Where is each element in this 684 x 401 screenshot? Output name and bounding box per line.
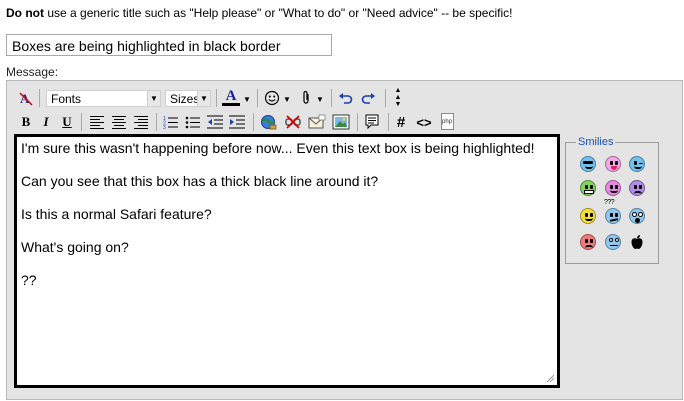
php-label: php [440, 112, 454, 130]
message-line: What's going on? [21, 239, 129, 255]
toolbar-separator [357, 113, 358, 131]
toolbar-separator [81, 113, 82, 131]
italic-button[interactable]: I [38, 112, 54, 132]
confused-label: ??? [604, 199, 615, 206]
toolbar-separator [257, 89, 258, 107]
chevron-down-icon: ▼ [147, 91, 160, 106]
grin-smiley-icon[interactable] [580, 180, 596, 196]
eek-smiley-icon[interactable] [605, 180, 621, 196]
underline-button[interactable]: U [59, 112, 75, 132]
attachment-icon[interactable] [298, 88, 314, 108]
message-line [21, 190, 553, 207]
code-button[interactable]: # [393, 112, 409, 132]
font-select-value: Fonts [51, 92, 82, 106]
message-line [21, 157, 553, 174]
wink-smiley-icon[interactable] [629, 156, 645, 172]
remove-format-icon[interactable]: A [16, 88, 36, 108]
chevron-down-icon[interactable]: ▼ [242, 89, 252, 109]
resize-grip-icon[interactable] [546, 374, 554, 382]
resize-editor-icon[interactable]: ▲ ▲ ▼ [392, 87, 404, 108]
insert-link-icon[interactable] [259, 112, 279, 132]
align-center-icon[interactable] [110, 112, 128, 132]
frown-smiley-icon[interactable] [629, 180, 645, 196]
message-content: I'm sure this wasn't happening before no… [21, 140, 553, 289]
chevron-down-icon[interactable]: ▼ [282, 89, 292, 109]
chevron-down-icon[interactable]: ▼ [315, 89, 325, 109]
rolleyes-smiley-icon[interactable] [605, 234, 621, 250]
toolbar-separator [385, 89, 386, 107]
quote-icon[interactable] [362, 112, 382, 132]
smilies-panel: Smilies ??? [565, 136, 659, 264]
toolbar-separator [388, 113, 389, 131]
php-button[interactable]: php [439, 111, 455, 131]
confused-smiley-icon[interactable] [605, 208, 621, 224]
font-select[interactable]: Fonts ▼ [46, 90, 161, 107]
align-left-icon[interactable] [88, 112, 106, 132]
align-right-icon[interactable] [132, 112, 150, 132]
bold-button[interactable]: B [18, 112, 34, 132]
toolbar-separator [253, 113, 254, 131]
message-line [21, 223, 553, 240]
html-button[interactable]: <> [413, 112, 435, 132]
message-textarea[interactable]: I'm sure this wasn't happening before no… [14, 134, 560, 388]
indent-icon[interactable] [228, 112, 246, 132]
numbered-list-icon[interactable]: 123 [162, 112, 180, 132]
undo-icon[interactable] [337, 88, 355, 108]
message-line: ?? [21, 272, 37, 288]
insert-email-icon[interactable] [307, 112, 327, 132]
size-select[interactable]: Sizes ▼ [165, 90, 211, 107]
smile-smiley-icon[interactable] [580, 208, 596, 224]
message-line: Is this a normal Safari feature? [21, 206, 212, 222]
bullet-list-icon[interactable] [184, 112, 202, 132]
toolbar-separator [216, 89, 217, 107]
font-color-swatch [222, 102, 240, 106]
toolbar-separator [156, 113, 157, 131]
font-color-letter: A [225, 87, 237, 104]
title-instruction: Do not use a generic title such as "Help… [6, 6, 512, 20]
chevron-down-icon: ▼ [197, 91, 210, 106]
apple-icon[interactable] [629, 234, 645, 250]
tongue-smiley-icon[interactable] [605, 156, 621, 172]
message-line [21, 256, 553, 273]
message-line: Can you see that this box has a thick bl… [21, 173, 379, 189]
font-color-button[interactable]: A [220, 87, 242, 107]
smilies-legend: Smilies [576, 136, 616, 148]
toolbar-separator [39, 89, 40, 107]
toolbar-separator [331, 89, 332, 107]
redo-icon[interactable] [359, 88, 377, 108]
mad-smiley-icon[interactable] [580, 234, 596, 250]
smiley-insert-icon[interactable] [262, 88, 282, 108]
message-line: I'm sure this wasn't happening before no… [21, 140, 535, 156]
outdent-icon[interactable] [206, 112, 224, 132]
remove-link-icon[interactable] [283, 112, 303, 132]
cool-smiley-icon[interactable] [580, 156, 596, 172]
message-label: Message: [6, 65, 59, 79]
size-select-value: Sizes [170, 92, 200, 106]
shocked-smiley-icon[interactable] [629, 208, 645, 224]
insert-image-icon[interactable] [331, 112, 351, 132]
svg-text:3: 3 [163, 125, 166, 129]
title-instruction-bold: Do not [6, 6, 44, 20]
title-instruction-text: use a generic title such as "Help please… [44, 6, 513, 20]
title-input[interactable]: Boxes are being highlighted in black bor… [6, 34, 332, 56]
